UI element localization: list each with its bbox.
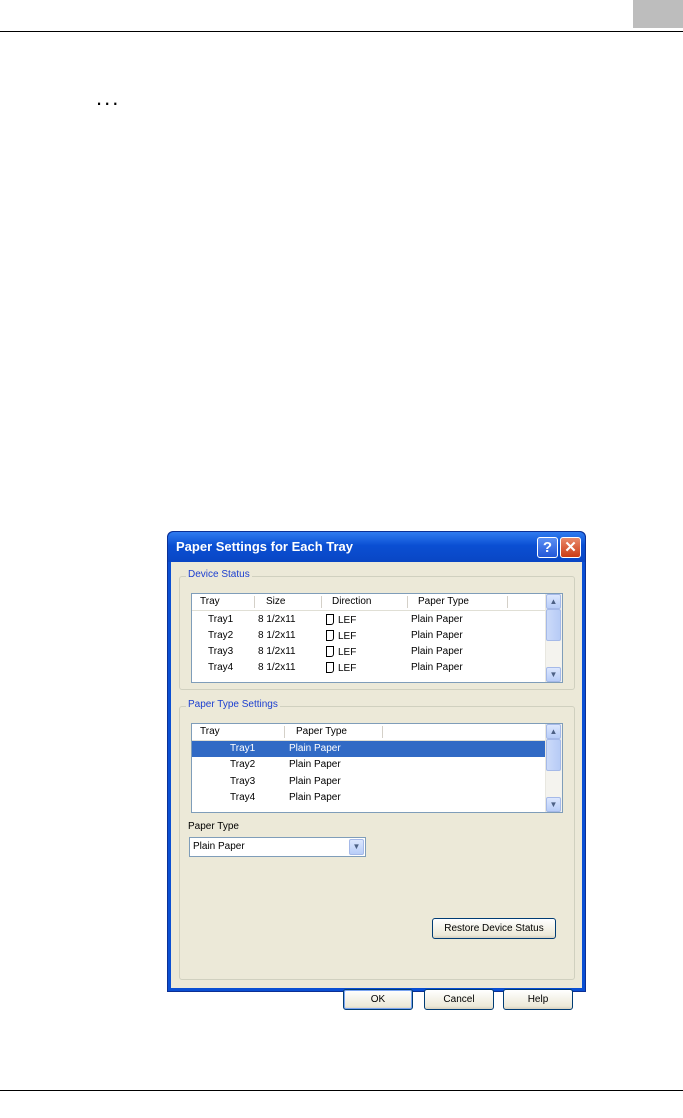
column-header-size[interactable]: Size bbox=[266, 596, 285, 607]
scroll-down-icon[interactable]: ▼ bbox=[546, 667, 561, 682]
paper-type-row[interactable]: Tray4 Plain Paper bbox=[192, 790, 546, 806]
paper-type-row[interactable]: Tray2 Plain Paper bbox=[192, 757, 546, 773]
device-status-row[interactable]: Tray4 8 1/2x11 LEF Plain Paper bbox=[192, 660, 546, 676]
footer-rule bbox=[0, 1090, 683, 1091]
paper-type-select-value: Plain Paper bbox=[193, 841, 245, 852]
chevron-down-icon[interactable]: ▼ bbox=[349, 839, 364, 855]
paper-orientation-icon bbox=[326, 646, 334, 657]
column-header-paper-type[interactable]: Paper Type bbox=[418, 596, 469, 607]
titlebar-close-button[interactable]: ✕ bbox=[560, 537, 581, 558]
paper-settings-dialog: Paper Settings for Each Tray ? ✕ Device … bbox=[167, 531, 586, 1010]
scroll-thumb[interactable] bbox=[546, 609, 561, 641]
paper-type-row-selected[interactable]: Tray1 Plain Paper bbox=[192, 741, 546, 757]
help-button[interactable]: Help bbox=[503, 989, 573, 1010]
paper-type-scrollbar[interactable]: ▲ ▼ bbox=[545, 724, 562, 812]
dialog-titlebar[interactable]: Paper Settings for Each Tray ? ✕ bbox=[168, 532, 585, 562]
header-rule bbox=[0, 31, 683, 32]
continuation-marker: ... bbox=[96, 85, 121, 110]
column-header-tray[interactable]: Tray bbox=[200, 596, 220, 607]
paper-type-settings-legend: Paper Type Settings bbox=[186, 699, 280, 710]
device-status-list[interactable]: Tray Size Direction Paper Type Tray1 8 1… bbox=[191, 593, 563, 683]
column-header-tray[interactable]: Tray bbox=[200, 726, 220, 737]
cancel-button[interactable]: Cancel bbox=[424, 989, 494, 1010]
paper-type-list-header: Tray Paper Type bbox=[192, 724, 546, 741]
device-status-row[interactable]: Tray3 8 1/2x11 LEF Plain Paper bbox=[192, 644, 546, 660]
device-status-row[interactable]: Tray1 8 1/2x11 LEF Plain Paper bbox=[192, 612, 546, 628]
scroll-down-icon[interactable]: ▼ bbox=[546, 797, 561, 812]
column-header-direction[interactable]: Direction bbox=[332, 596, 371, 607]
scroll-thumb[interactable] bbox=[546, 739, 561, 771]
paper-type-settings-group: Paper Type Settings Tray Paper Type Tray… bbox=[179, 699, 575, 980]
dialog-client-area: Device Status Tray Size Direction Paper … bbox=[171, 562, 582, 1010]
paper-type-row[interactable]: Tray3 Plain Paper bbox=[192, 774, 546, 790]
paper-type-select[interactable]: Plain Paper ▼ bbox=[189, 837, 366, 857]
device-status-legend: Device Status bbox=[186, 569, 252, 580]
device-status-header: Tray Size Direction Paper Type bbox=[192, 594, 546, 611]
ok-button[interactable]: OK bbox=[343, 989, 413, 1010]
page-tab-marker bbox=[633, 0, 683, 28]
dialog-title: Paper Settings for Each Tray bbox=[176, 539, 354, 554]
scroll-up-icon[interactable]: ▲ bbox=[546, 724, 561, 739]
paper-orientation-icon bbox=[326, 614, 334, 625]
paper-type-label: Paper Type bbox=[188, 821, 239, 832]
paper-orientation-icon bbox=[326, 662, 334, 673]
paper-type-list[interactable]: Tray Paper Type Tray1 Plain Paper Tray2 … bbox=[191, 723, 563, 813]
column-header-paper-type[interactable]: Paper Type bbox=[296, 726, 347, 737]
device-status-row[interactable]: Tray2 8 1/2x11 LEF Plain Paper bbox=[192, 628, 546, 644]
paper-orientation-icon bbox=[326, 630, 334, 641]
scroll-up-icon[interactable]: ▲ bbox=[546, 594, 561, 609]
restore-device-status-button[interactable]: Restore Device Status bbox=[432, 918, 556, 939]
device-status-scrollbar[interactable]: ▲ ▼ bbox=[545, 594, 562, 682]
titlebar-help-button[interactable]: ? bbox=[537, 537, 558, 558]
device-status-group: Device Status Tray Size Direction Paper … bbox=[179, 569, 575, 690]
